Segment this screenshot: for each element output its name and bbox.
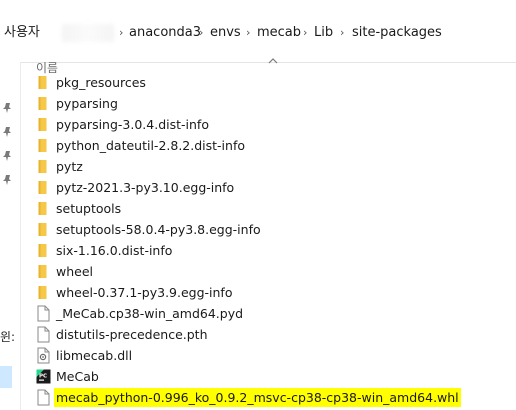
folder-icon — [35, 242, 52, 259]
file-name: mecab_python-0.996_ko_0.9.2_msvc-cp38-cp… — [54, 388, 461, 407]
file-name: setuptools — [56, 201, 122, 216]
file-row[interactable]: _MeCab.cp38-win_amd64.pyd — [22, 303, 516, 324]
file-row[interactable]: setuptools-58.0.4-py3.8.egg-info — [22, 219, 516, 240]
breadcrumb-item-site-packages[interactable]: site-packages — [352, 24, 442, 42]
file-row[interactable]: pytz — [22, 156, 516, 177]
file-row[interactable]: setuptools — [22, 198, 516, 219]
breadcrumb-separator[interactable]: › — [246, 24, 250, 42]
nav-item-partial-label[interactable]: 윈: — [0, 328, 15, 345]
breadcrumb-item-mecab[interactable]: mecab — [257, 24, 301, 42]
pin-icon[interactable] — [2, 126, 14, 138]
file-row[interactable]: PC MeCab — [22, 366, 516, 387]
file-list: pkg_resources pyparsing pyparsing-3.0.4.di… — [22, 72, 516, 410]
file-name: pyparsing — [56, 96, 118, 111]
nav-selected-item[interactable] — [0, 366, 12, 388]
file-name: pytz-2021.3-py3.10.egg-info — [56, 180, 235, 195]
file-row[interactable]: distutils-precedence.pth — [22, 324, 516, 345]
file-explorer-window: 사용자 › anaconda3 › envs › mecab › Lib › s… — [0, 0, 516, 410]
file-row[interactable]: pytz-2021.3-py3.10.egg-info — [22, 177, 516, 198]
file-name: six-1.16.0.dist-info — [56, 243, 173, 258]
address-bar[interactable]: 사용자 › anaconda3 › envs › mecab › Lib › s… — [0, 0, 516, 63]
folder-icon — [35, 179, 52, 196]
file-name: setuptools-58.0.4-py3.8.egg-info — [56, 222, 261, 237]
file-row[interactable]: pyparsing-3.0.4.dist-info — [22, 114, 516, 135]
breadcrumb-item-anaconda3[interactable]: anaconda3 — [129, 24, 201, 42]
folder-icon — [35, 95, 52, 112]
file-name: libmecab.dll — [56, 348, 133, 363]
file-icon — [35, 305, 52, 322]
file-row[interactable]: wheel-0.37.1-py3.9.egg-info — [22, 282, 516, 303]
folder-icon — [35, 200, 52, 217]
pycharm-icon: PC — [35, 368, 52, 385]
file-name: _MeCab.cp38-win_amd64.pyd — [56, 306, 244, 321]
file-name: wheel — [56, 264, 93, 279]
pin-icon[interactable] — [2, 174, 14, 186]
file-name: MeCab — [56, 369, 99, 384]
pin-icon[interactable] — [2, 102, 14, 114]
folder-icon — [35, 284, 52, 301]
file-name: pyparsing-3.0.4.dist-info — [56, 117, 209, 132]
navigation-pane[interactable]: 윈: — [0, 62, 21, 410]
breadcrumb-separator[interactable]: › — [303, 24, 307, 42]
svg-text:PC: PC — [39, 374, 47, 380]
breadcrumb-separator[interactable]: › — [119, 24, 123, 42]
file-row[interactable]: pkg_resources — [22, 72, 516, 93]
file-row[interactable]: six-1.16.0.dist-info — [22, 240, 516, 261]
file-name: python_dateutil-2.8.2.dist-info — [56, 138, 245, 153]
file-icon — [35, 326, 52, 343]
pin-icon[interactable] — [2, 150, 14, 162]
file-name: wheel-0.37.1-py3.9.egg-info — [56, 285, 233, 300]
folder-icon — [35, 263, 52, 280]
folder-icon — [35, 116, 52, 133]
breadcrumb-item-lib[interactable]: Lib — [314, 24, 333, 42]
file-row[interactable]: python_dateutil-2.8.2.dist-info — [22, 135, 516, 156]
file-name: pkg_resources — [56, 75, 146, 90]
file-row[interactable]: libmecab.dll — [22, 345, 516, 366]
file-row[interactable]: pyparsing — [22, 93, 516, 114]
blurred-username — [62, 24, 114, 42]
dll-file-icon — [35, 347, 52, 364]
folder-icon — [35, 221, 52, 238]
folder-icon — [35, 74, 52, 91]
file-icon — [35, 389, 52, 406]
folder-icon — [35, 137, 52, 154]
file-row[interactable]: wheel — [22, 261, 516, 282]
breadcrumb-separator[interactable]: › — [340, 24, 344, 42]
breadcrumb-item-envs[interactable]: envs — [210, 24, 241, 42]
file-name: pytz — [56, 159, 83, 174]
sort-ascending-icon[interactable] — [268, 56, 278, 66]
breadcrumb-separator[interactable]: › — [199, 24, 203, 42]
file-name: distutils-precedence.pth — [56, 327, 208, 342]
folder-icon — [35, 158, 52, 175]
file-row[interactable]: mecab_python-0.996_ko_0.9.2_msvc-cp38-cp… — [22, 387, 516, 408]
breadcrumb-item-user[interactable]: 사용자 — [4, 24, 40, 42]
